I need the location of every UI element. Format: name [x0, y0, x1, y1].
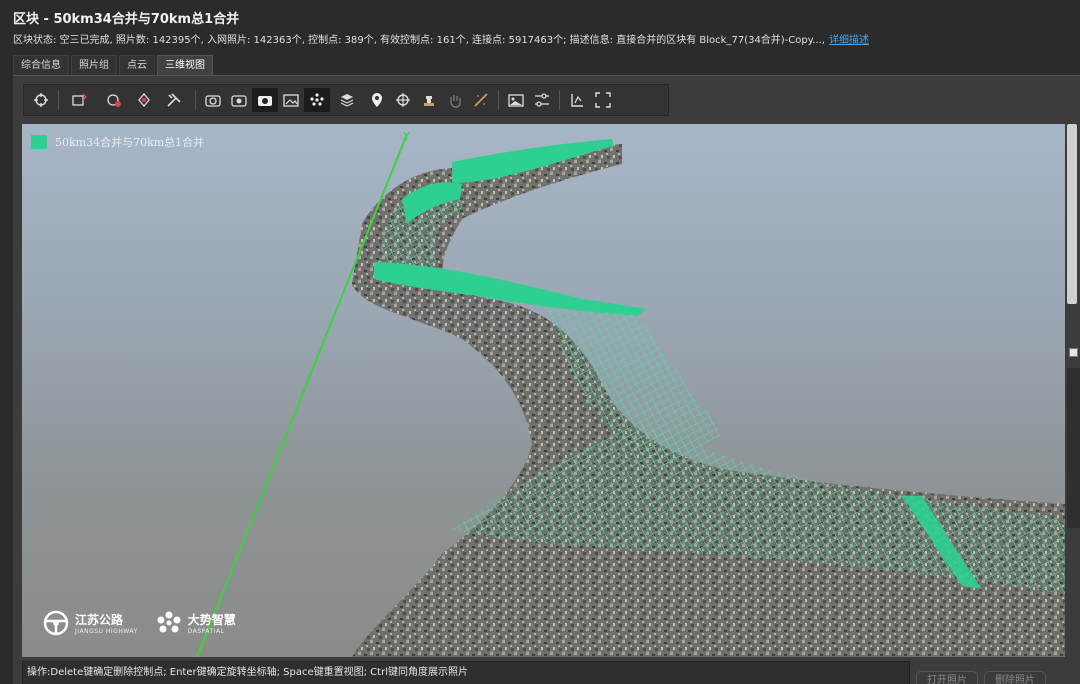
detail-description-link[interactable]: 详细描述 — [829, 35, 869, 46]
point-cloud-scene: Y — [196, 130, 1065, 657]
y-axis-label: Y — [402, 130, 410, 143]
toolbar-separator — [58, 90, 59, 110]
toolbar-separator — [559, 90, 560, 110]
legend-label: 50km34合并与70km总1合并 — [55, 136, 205, 149]
camera-filter-icon[interactable] — [97, 88, 131, 112]
jiangsu-logo-sub: JIANGSU HIGHWAY — [75, 628, 138, 635]
window-title: 区块 - 50km34合并与70km总1合并 — [13, 12, 240, 27]
tab-point-cloud[interactable]: 点云 — [119, 55, 155, 75]
block-status: 区块状态: 空三已完成, 照片数: 142395个, 入网照片: 142363个… — [13, 31, 1073, 47]
location-pin-icon[interactable] — [364, 88, 390, 112]
tab-bar: 综合信息 照片组 点云 三维视图 — [13, 55, 215, 75]
daspatial-logo-main: 大势智慧 — [187, 613, 236, 627]
right-panel-checkbox[interactable] — [1069, 348, 1078, 357]
image-icon[interactable] — [503, 88, 529, 112]
layer-legend: 50km34合并与70km总1合并 — [31, 134, 204, 150]
view-toolbar — [23, 84, 669, 116]
jiangsu-logo-main: 江苏公路 — [75, 613, 124, 627]
camera-icon[interactable] — [252, 88, 278, 112]
layers-icon[interactable] — [330, 88, 364, 112]
right-panel-strip — [1067, 368, 1080, 528]
hand-icon[interactable] — [442, 88, 468, 112]
crosshair-icon[interactable] — [390, 88, 416, 112]
texture-icon[interactable] — [468, 88, 494, 112]
daspatial-logo: 大势智慧 DASPATIAL — [156, 610, 236, 636]
import-photo-icon[interactable] — [63, 88, 97, 112]
fit-view-icon[interactable] — [590, 88, 616, 112]
operation-hint-text: 操作:Delete键确定删除控制点; Enter键确定旋转坐标轴; Space键… — [27, 667, 468, 678]
steering-wheel-icon — [43, 610, 69, 636]
stamp-icon[interactable] — [416, 88, 442, 112]
camera-rotate-icon[interactable] — [200, 88, 226, 112]
control-point-icon[interactable] — [131, 88, 157, 112]
block-status-text: 区块状态: 空三已完成, 照片数: 142395个, 入网照片: 142363个… — [13, 35, 825, 46]
camera-refresh-icon[interactable] — [226, 88, 252, 112]
right-panel-scrollbar[interactable] — [1067, 124, 1077, 304]
flower-dots-icon — [157, 611, 181, 633]
3d-viewport[interactable]: Y 50km34合并与70km总1合并 江苏公路 JIANGSU HIGHWAY — [22, 124, 1065, 657]
photo-view-icon[interactable] — [278, 88, 304, 112]
sliders-icon[interactable] — [529, 88, 555, 112]
open-photo-button[interactable]: 打开照片 — [916, 671, 978, 684]
daspatial-logo-sub: DASPATIAL — [187, 628, 225, 635]
3d-view-panel: Y 50km34合并与70km总1合并 江苏公路 JIANGSU HIGHWAY — [13, 75, 1080, 684]
navigate-icon[interactable] — [28, 88, 54, 112]
measure-icon[interactable] — [564, 88, 590, 112]
toolbar-separator — [498, 90, 499, 110]
toolbar-separator — [195, 90, 196, 110]
jiangsu-highway-logo: 江苏公路 JIANGSU HIGHWAY — [43, 610, 138, 636]
tools-icon[interactable] — [157, 88, 191, 112]
legend-swatch — [31, 135, 47, 149]
point-cloud-icon[interactable] — [304, 88, 330, 112]
y-axis-line — [196, 133, 408, 657]
operation-hint-bar: 操作:Delete键确定删除控制点; Enter键确定旋转坐标轴; Space键… — [22, 661, 910, 684]
logo-watermarks: 江苏公路 JIANGSU HIGHWAY 大势智慧 DASPATIAL — [43, 610, 254, 636]
title-bar: 区块 - 50km34合并与70km总1合并 — [0, 0, 1080, 30]
tab-photo-groups[interactable]: 照片组 — [71, 55, 117, 75]
tab-overview[interactable]: 综合信息 — [13, 55, 69, 75]
tab-3d-view[interactable]: 三维视图 — [157, 55, 213, 75]
delete-photo-button[interactable]: 删除照片 — [984, 671, 1046, 684]
